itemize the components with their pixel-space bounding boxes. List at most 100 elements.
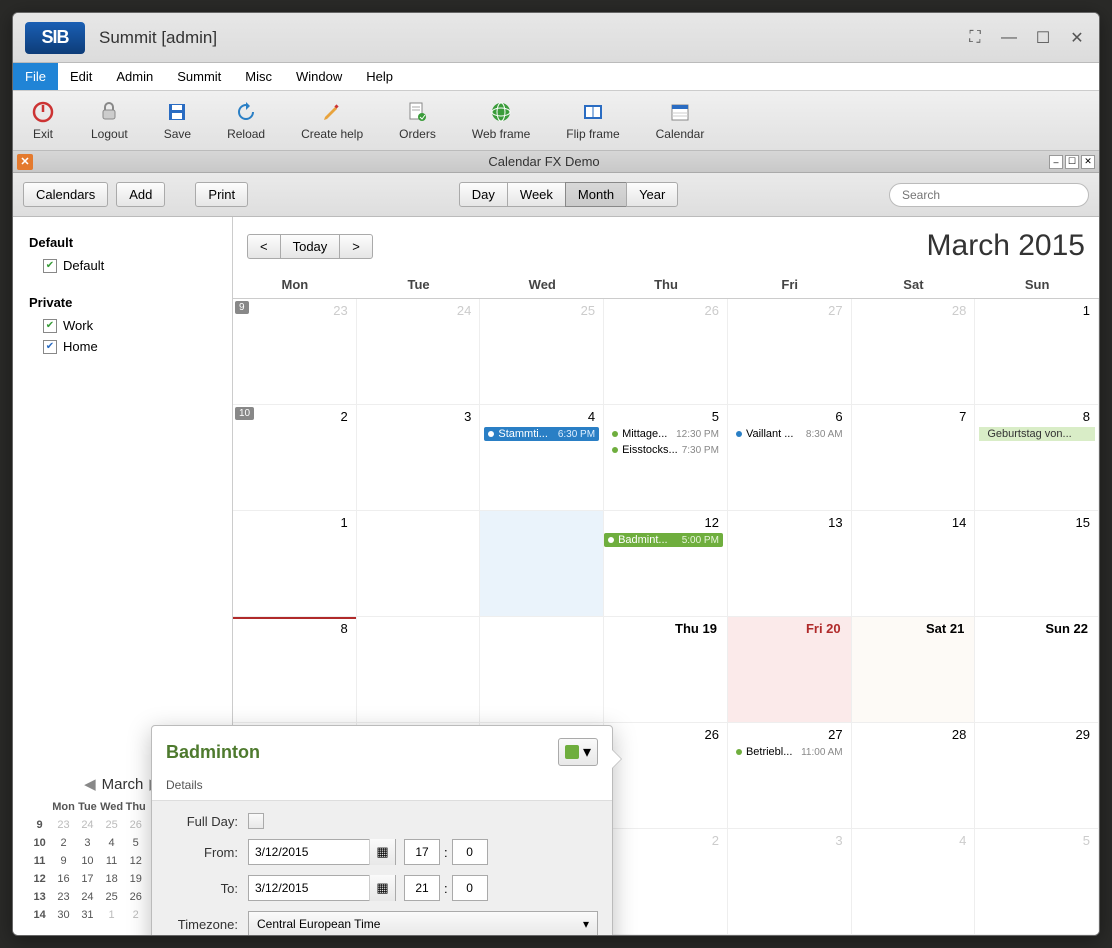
mini-day[interactable]: 26 bbox=[125, 889, 146, 905]
mini-day[interactable]: 16 bbox=[52, 871, 75, 887]
color-dropdown[interactable]: ▾ bbox=[558, 738, 598, 766]
calendar-default[interactable]: ✔Default bbox=[43, 258, 216, 273]
event-vaillant[interactable]: Vaillant ...8:30 AM bbox=[732, 427, 847, 441]
day-cell[interactable]: 26 bbox=[604, 299, 728, 405]
day-cell[interactable]: 3 bbox=[357, 405, 481, 511]
day-cell[interactable]: 14 bbox=[852, 511, 976, 617]
fullday-checkbox[interactable] bbox=[248, 813, 264, 829]
view-year[interactable]: Year bbox=[626, 182, 678, 207]
mini-day[interactable]: 26 bbox=[125, 817, 146, 833]
calendars-button[interactable]: Calendars bbox=[23, 182, 108, 207]
from-date-input[interactable]: ▦ bbox=[248, 839, 396, 865]
from-hour-input[interactable] bbox=[404, 839, 440, 865]
mini-day[interactable]: 24 bbox=[77, 817, 98, 833]
mini-day[interactable]: 30 bbox=[52, 907, 75, 923]
event-mittag[interactable]: Mittage...12:30 PM bbox=[608, 427, 723, 441]
checkbox-icon[interactable]: ✔ bbox=[43, 319, 57, 333]
day-cell[interactable]: 7 bbox=[852, 405, 976, 511]
day-cell[interactable]: 102 bbox=[233, 405, 357, 511]
tool-logout[interactable]: Logout bbox=[91, 100, 128, 141]
day-cell[interactable]: 28 bbox=[852, 723, 976, 829]
mini-day[interactable]: 4 bbox=[100, 835, 123, 851]
calendar-home[interactable]: ✔Home bbox=[43, 339, 216, 354]
mini-day[interactable]: 17 bbox=[77, 871, 98, 887]
timezone-select[interactable]: Central European Time▾ bbox=[248, 911, 598, 935]
to-date-input[interactable]: ▦ bbox=[248, 875, 396, 901]
to-min-input[interactable] bbox=[452, 875, 488, 901]
view-day[interactable]: Day bbox=[459, 182, 508, 207]
day-cell[interactable]: 26 bbox=[604, 723, 728, 829]
menu-help[interactable]: Help bbox=[354, 63, 405, 90]
day-cell[interactable]: 4 bbox=[852, 829, 976, 935]
day-cell[interactable]: Sat 21 bbox=[852, 617, 976, 723]
event-stammtisch[interactable]: Stammti...6:30 PM bbox=[484, 427, 599, 441]
mini-day[interactable]: 2 bbox=[125, 907, 146, 923]
tool-web-frame[interactable]: Web frame bbox=[472, 100, 530, 141]
mini-day[interactable]: 23 bbox=[52, 889, 75, 905]
checkbox-icon[interactable]: ✔ bbox=[43, 340, 57, 354]
tool-flip-frame[interactable]: Flip frame bbox=[566, 100, 619, 141]
menu-summit[interactable]: Summit bbox=[165, 63, 233, 90]
day-cell[interactable]: 1 bbox=[975, 299, 1099, 405]
day-cell[interactable]: 15 bbox=[975, 511, 1099, 617]
tool-reload[interactable]: Reload bbox=[227, 100, 265, 141]
day-cell[interactable]: 25 bbox=[480, 299, 604, 405]
popup-tab-details[interactable]: Details bbox=[152, 774, 612, 801]
calendar-icon[interactable]: ▦ bbox=[369, 839, 395, 865]
day-cell[interactable]: 6 Vaillant ...8:30 AM bbox=[728, 405, 852, 511]
subheader-minimize-icon[interactable]: – bbox=[1049, 155, 1063, 169]
day-cell-today[interactable]: Fri 20 bbox=[728, 617, 852, 723]
mini-day[interactable]: 31 bbox=[77, 907, 98, 923]
day-cell[interactable] bbox=[480, 617, 604, 723]
mini-day[interactable]: 25 bbox=[100, 889, 123, 905]
mini-day[interactable]: 25 bbox=[100, 817, 123, 833]
day-cell[interactable]: 28 bbox=[852, 299, 976, 405]
day-cell[interactable]: Sun 22 bbox=[975, 617, 1099, 723]
menu-edit[interactable]: Edit bbox=[58, 63, 104, 90]
day-cell[interactable]: 3 bbox=[728, 829, 852, 935]
mini-prev-icon[interactable]: ◀ bbox=[84, 775, 96, 793]
view-month[interactable]: Month bbox=[565, 182, 627, 207]
day-cell[interactable]: 1 bbox=[233, 511, 357, 617]
mini-day[interactable]: 19 bbox=[125, 871, 146, 887]
day-cell[interactable]: 27 bbox=[728, 299, 852, 405]
calendar-icon[interactable]: ▦ bbox=[369, 875, 395, 901]
event-eisstock[interactable]: Eisstocks...7:30 PM bbox=[608, 443, 723, 457]
nav-today-button[interactable]: Today bbox=[280, 234, 341, 259]
mini-day[interactable]: 2 bbox=[52, 835, 75, 851]
maximize-icon[interactable]: ☐ bbox=[1033, 28, 1053, 48]
day-cell[interactable]: 5 bbox=[975, 829, 1099, 935]
day-cell[interactable] bbox=[357, 617, 481, 723]
day-cell[interactable]: 13 bbox=[728, 511, 852, 617]
day-cell[interactable]: 923 bbox=[233, 299, 357, 405]
mini-day[interactable]: 1 bbox=[100, 907, 123, 923]
close-icon[interactable]: ✕ bbox=[1067, 28, 1087, 48]
menu-misc[interactable]: Misc bbox=[233, 63, 284, 90]
fullscreen-icon[interactable]: ⛶ bbox=[965, 28, 985, 48]
day-cell[interactable]: 24 bbox=[357, 299, 481, 405]
search-input[interactable] bbox=[889, 183, 1089, 207]
mini-day[interactable]: 5 bbox=[125, 835, 146, 851]
day-cell[interactable]: 2 bbox=[604, 829, 728, 935]
mini-day[interactable]: 23 bbox=[52, 817, 75, 833]
event-badminton[interactable]: Badmint...5:00 PM bbox=[604, 533, 723, 547]
mini-day[interactable]: 18 bbox=[100, 871, 123, 887]
menu-admin[interactable]: Admin bbox=[104, 63, 165, 90]
tool-calendar[interactable]: Calendar bbox=[656, 100, 705, 141]
from-min-input[interactable] bbox=[452, 839, 488, 865]
mini-day[interactable]: 11 bbox=[100, 853, 123, 869]
day-cell[interactable]: 4 Stammti...6:30 PM bbox=[480, 405, 604, 511]
nav-next-button[interactable]: > bbox=[339, 234, 373, 259]
mini-day[interactable]: 3 bbox=[77, 835, 98, 851]
mini-day[interactable]: 12 bbox=[125, 853, 146, 869]
print-button[interactable]: Print bbox=[195, 182, 248, 207]
subheader-close-icon[interactable]: ✕ bbox=[17, 154, 33, 170]
day-cell[interactable]: 8 bbox=[233, 617, 357, 723]
day-cell[interactable]: 27 Betriebl...11:00 AM bbox=[728, 723, 852, 829]
mini-day[interactable]: 24 bbox=[77, 889, 98, 905]
to-hour-input[interactable] bbox=[404, 875, 440, 901]
calendar-work[interactable]: ✔Work bbox=[43, 318, 216, 333]
day-cell[interactable] bbox=[357, 511, 481, 617]
day-cell[interactable]: 5 Mittage...12:30 PM Eisstocks...7:30 PM bbox=[604, 405, 728, 511]
checkbox-icon[interactable]: ✔ bbox=[43, 259, 57, 273]
